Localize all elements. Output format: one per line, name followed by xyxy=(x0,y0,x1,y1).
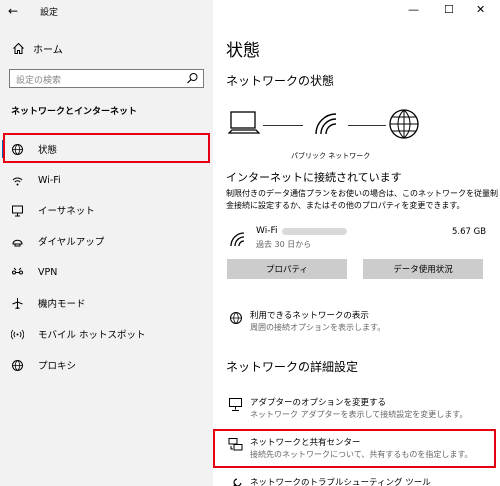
dialup-icon xyxy=(10,234,24,248)
advanced-settings-heading: ネットワークの詳細設定 xyxy=(226,360,359,374)
back-button[interactable]: ← xyxy=(8,4,18,18)
available-networks-link[interactable]: 利用できるネットワークの表示 xyxy=(250,309,369,321)
connected-heading: インターネットに接続されています xyxy=(226,171,402,184)
maximize-button[interactable]: ☐ xyxy=(444,3,454,16)
sidebar-item-label: イーサネット xyxy=(38,206,95,217)
wifi-usage-amount: 5.67 GB xyxy=(452,227,487,237)
sidebar-item-airplane[interactable]: 機内モード xyxy=(0,291,213,315)
sidebar-item-label: プロキシ xyxy=(38,361,77,372)
adapter-icon[interactable] xyxy=(228,397,243,412)
sidebar-item-label: VPN xyxy=(38,266,58,278)
wifi-icon xyxy=(10,173,24,187)
laptop-icon xyxy=(228,109,260,137)
network-status-heading: ネットワークの状態 xyxy=(226,74,335,88)
ethernet-icon xyxy=(10,203,24,217)
sidebar-item-vpn[interactable]: VPN xyxy=(0,260,213,284)
page-title: 状態 xyxy=(226,41,260,61)
wifi-usage-icon xyxy=(229,231,247,247)
redacted-ssid xyxy=(282,228,347,235)
sidebar-section-title: ネットワークとインターネット xyxy=(11,107,138,117)
internet-globe-icon xyxy=(388,108,420,140)
connected-description: 制限付きのデータ通信プランをお使いの場合は、このネットワークを従量制 xyxy=(226,189,498,198)
sidebar-item-wifi[interactable]: Wi-Fi xyxy=(0,168,213,192)
sidebar-item-dialup[interactable]: ダイヤルアップ xyxy=(0,229,213,253)
sidebar: ← 設定 ホーム 設定の検索 ネットワークとインターネット 状態 Wi-Fi イ… xyxy=(0,0,213,486)
wifi-name: Wi-Fi xyxy=(256,226,278,236)
search-input[interactable]: 設定の検索 xyxy=(9,69,204,88)
sidebar-item-proxy[interactable]: プロキシ xyxy=(0,353,213,377)
search-icon[interactable] xyxy=(186,72,199,85)
data-usage-button[interactable]: データ使用状況 xyxy=(363,259,483,279)
connected-description: 金接続に設定するか、またはその他のプロパティを変更できます。 xyxy=(226,201,465,210)
home-icon xyxy=(12,42,25,55)
properties-button[interactable]: プロパティ xyxy=(227,259,347,279)
sidebar-item-label: Wi-Fi xyxy=(38,174,61,186)
troubleshoot-link[interactable]: ネットワークのトラブルシューティング ツール xyxy=(250,476,431,486)
network-type-label: パブリック ネットワーク xyxy=(291,152,371,160)
airplane-icon xyxy=(10,296,24,310)
hotspot-icon xyxy=(10,327,24,341)
sidebar-item-label: 機内モード xyxy=(38,299,86,310)
minimize-button[interactable]: — xyxy=(408,3,419,16)
sidebar-home[interactable]: ホーム xyxy=(12,41,63,56)
sidebar-item-label: モバイル ホットスポット xyxy=(38,330,146,341)
available-networks-icon[interactable] xyxy=(229,311,243,325)
highlight-box-status xyxy=(3,133,210,163)
sidebar-item-ethernet[interactable]: イーサネット xyxy=(0,198,213,222)
home-label: ホーム xyxy=(33,45,63,56)
search-placeholder: 設定の検索 xyxy=(16,76,62,86)
adapter-options-link[interactable]: アダプターのオプションを変更する xyxy=(250,396,386,408)
sidebar-item-label: ダイヤルアップ xyxy=(38,237,105,248)
vpn-icon xyxy=(10,265,24,279)
highlight-box-sharing-center xyxy=(213,429,496,468)
troubleshoot-icon[interactable] xyxy=(228,477,243,486)
adapter-options-description: ネットワーク アダプターを表示して接続設定を変更します。 xyxy=(250,410,468,419)
sidebar-item-hotspot[interactable]: モバイル ホットスポット xyxy=(0,322,213,346)
window-title: 設定 xyxy=(40,8,59,18)
globe-icon xyxy=(10,358,24,372)
wifi-network-icon xyxy=(312,110,342,138)
wifi-usage-period: 過去 30 日から xyxy=(256,240,312,249)
available-networks-description: 周囲の接続オプションを表示します。 xyxy=(250,323,386,332)
connection-line xyxy=(263,125,303,126)
close-button[interactable]: ✕ xyxy=(476,3,485,16)
connection-line xyxy=(348,125,386,126)
